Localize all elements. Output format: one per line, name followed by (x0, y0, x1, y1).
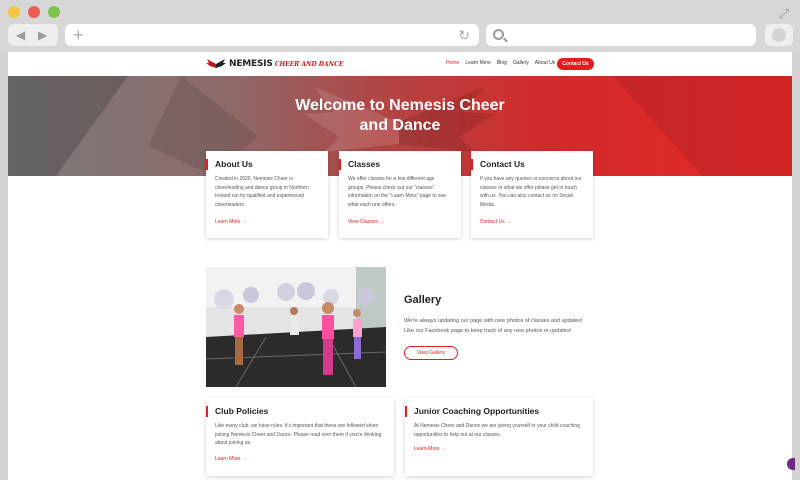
card-text: If you have any queries or concerns abou… (480, 175, 582, 209)
gallery-text-line: We're always updating our page with new … (404, 318, 583, 324)
card-text-line: Media. (480, 201, 496, 208)
card-text-line: Like every club, we have rules. It's imp… (215, 423, 379, 429)
about-us-card: About Us Created in 2020, Nemesis Cheer … (206, 151, 328, 238)
card-title: Junior Coaching Opportunities (414, 406, 540, 416)
card-text: Like every club, we have rules. It's imp… (215, 422, 381, 448)
new-tab-plus-icon[interactable]: + (73, 25, 84, 45)
browser-search-field[interactable] (486, 24, 756, 46)
site-header: NEMESIS CHEER AND DANCE Home Learn More … (8, 52, 792, 76)
hero-title-line2: and Dance (359, 117, 441, 134)
hero-title: Welcome to Nemesis Cheer and Dance (8, 96, 792, 136)
menu-item-learn-more[interactable]: Learn More (465, 60, 491, 66)
card-text-line: opportunities to help out at our classes… (414, 431, 501, 438)
card-title: Club Policies (215, 406, 269, 416)
logo-name: NEMESIS (229, 59, 273, 69)
menu-item-about-us[interactable]: About Us (535, 60, 556, 66)
back-arrow-icon[interactable]: ◀ (16, 27, 25, 43)
contact-us-button[interactable]: Contact Us (557, 58, 594, 70)
gallery-text: We're always updating our page with new … (404, 317, 594, 336)
card-accent-bar (405, 406, 407, 417)
view-gallery-button[interactable]: View Gallery (404, 346, 458, 360)
browser-toolbar: ⤢ ◀ ▶ + ↻ (0, 0, 800, 52)
search-icon (493, 29, 504, 40)
about-learn-more-link[interactable]: Learn More → (215, 219, 247, 225)
view-classes-link[interactable]: View Classes → (348, 219, 384, 225)
card-text-line: At Nemesis Cheer and Dance we are giving… (414, 423, 580, 429)
history-buttons: ◀ ▶ (8, 24, 58, 46)
browser-window: ⤢ ◀ ▶ + ↻ NEMESIS CHEER AND DANCE Home L… (0, 0, 800, 480)
card-title: Contact Us (480, 159, 525, 169)
extension-icon (772, 28, 786, 42)
junior-coaching-card: Junior Coaching Opportunities At Nemesis… (405, 398, 593, 476)
logo-tagline: CHEER AND DANCE (274, 60, 344, 68)
page-viewport: NEMESIS CHEER AND DANCE Home Learn More … (8, 52, 792, 480)
reload-icon[interactable]: ↻ (458, 26, 470, 44)
card-text-line: groups. Please check out our "classes" (348, 184, 435, 191)
close-window-button[interactable] (28, 6, 40, 18)
card-text: We offer classes for a few different age… (348, 175, 446, 209)
wings-logo-icon (206, 59, 226, 68)
card-text-line: Created in 2020, Nemesis Cheer is (215, 176, 293, 182)
fullscreen-icon[interactable]: ⤢ (776, 6, 792, 22)
card-text-line: about joining us. (215, 440, 252, 446)
contact-us-card: Contact Us If you have any queries or co… (471, 151, 593, 238)
chat-widget-tab[interactable] (787, 458, 795, 470)
card-text-line: If you have any queries or concerns abou… (480, 176, 582, 182)
card-title: About Us (215, 159, 253, 169)
hero-title-line1: Welcome to Nemesis Cheer (295, 97, 505, 114)
forward-arrow-icon[interactable]: ▶ (38, 27, 47, 43)
card-text-line: information on the "Learn More" page to … (348, 193, 447, 199)
menu-item-gallery[interactable]: Gallery (513, 60, 529, 66)
card-accent-bar (339, 159, 341, 170)
gallery-title: Gallery (404, 294, 442, 306)
card-text-line: classes or what we offer please get in t… (480, 184, 577, 191)
classes-card: Classes We offer classes for a few diffe… (339, 151, 461, 238)
contact-us-link[interactable]: Contact Us → (480, 219, 511, 225)
card-title: Classes (348, 159, 381, 169)
extension-button[interactable] (765, 24, 793, 46)
gallery-text-line: Like our Facebook page to keep track of … (404, 327, 572, 334)
card-text-line: what each one offers. (348, 201, 396, 208)
card-accent-bar (206, 159, 208, 170)
card-text-line: cheerleading and dance group in Northern (215, 184, 309, 191)
coaching-learn-more-link[interactable]: Learn More → (414, 446, 446, 452)
maximize-window-button[interactable] (48, 6, 60, 18)
policies-learn-more-link[interactable]: Learn More → (215, 456, 247, 462)
menu-item-home[interactable]: Home (446, 60, 459, 66)
card-text: Created in 2020, Nemesis Cheer is cheerl… (215, 175, 309, 209)
card-text-line: cheerleaders. (215, 201, 246, 208)
card-text-line: joining Nemesis Cheer and Dance. Please … (215, 431, 382, 438)
card-text-line: We offer classes for a few different age (348, 176, 435, 182)
card-text: At Nemesis Cheer and Dance we are giving… (414, 422, 580, 439)
club-policies-card: Club Policies Like every club, we have r… (206, 398, 394, 476)
menu-item-blog[interactable]: Blog (497, 60, 507, 66)
address-bar[interactable]: + ↻ (65, 24, 479, 46)
minimize-window-button[interactable] (8, 6, 20, 18)
card-text-line: Ireland run by qualified and experienced (215, 193, 304, 199)
gallery-photo-illustration (206, 267, 386, 387)
card-accent-bar (471, 159, 473, 170)
card-accent-bar (206, 406, 208, 417)
site-logo[interactable]: NEMESIS CHEER AND DANCE (206, 57, 344, 71)
main-menu: Home Learn More Blog Gallery About Us (446, 60, 555, 66)
card-text-line: with us. You can also contact us on Soci… (480, 193, 573, 199)
gallery-photo[interactable] (206, 267, 386, 387)
